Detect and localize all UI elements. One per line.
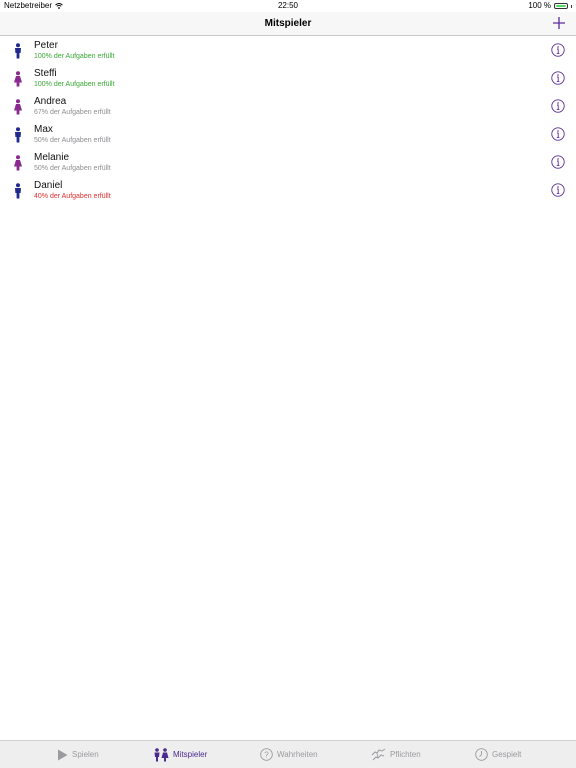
tab-mitspieler[interactable]: Mitspieler	[153, 741, 207, 768]
player-name: Daniel	[34, 180, 63, 191]
player-completion-status: 40% der Aufgaben erfüllt	[34, 193, 111, 200]
female-person-icon	[14, 155, 22, 171]
player-name: Melanie	[34, 152, 70, 163]
dare-icon	[371, 748, 386, 761]
info-icon[interactable]	[551, 127, 565, 141]
male-person-icon	[15, 43, 21, 59]
battery-percent: 100 %	[528, 1, 551, 10]
tab-wahrheiten[interactable]: ? Wahrheiten	[260, 741, 318, 768]
status-right: 100 %	[528, 0, 572, 12]
tab-spielen[interactable]: Spielen	[57, 741, 99, 768]
svg-text:?: ?	[264, 750, 269, 759]
tab-label: Spielen	[72, 750, 99, 759]
add-player-button[interactable]	[551, 15, 567, 31]
info-icon[interactable]	[551, 99, 565, 113]
player-completion-status: 50% der Aufgaben erfüllt	[34, 165, 111, 172]
player-completion-status: 100% der Aufgaben erfüllt	[34, 53, 115, 60]
info-icon[interactable]	[551, 43, 565, 57]
tab-label: Pflichten	[390, 750, 421, 759]
female-person-icon	[14, 71, 22, 87]
player-row-max[interactable]: Max 50% der Aufgaben erfüllt	[0, 121, 576, 149]
tab-label: Mitspieler	[173, 750, 208, 759]
page-title: Mitspieler	[264, 18, 312, 29]
player-name: Peter	[34, 40, 58, 51]
battery-tip	[571, 4, 572, 8]
tab-bar: Spielen Mitspieler ? Wahrheiten Pflichte…	[0, 740, 576, 768]
play-icon	[58, 749, 68, 760]
player-name: Andrea	[34, 96, 67, 107]
players-icon	[154, 747, 169, 761]
info-icon[interactable]	[551, 155, 565, 169]
female-person-icon	[14, 99, 22, 115]
info-icon[interactable]	[551, 71, 565, 85]
status-bar: Netzbetreiber 22:50 100 %	[0, 0, 576, 12]
status-time: 22:50	[277, 1, 299, 10]
tab-label: Wahrheiten	[277, 750, 318, 759]
question-icon: ?	[260, 748, 273, 761]
navigation-bar: Mitspieler	[0, 12, 576, 36]
player-completion-status: 67% der Aufgaben erfüllt	[34, 109, 111, 116]
player-row-peter[interactable]: Peter 100% der Aufgaben erfüllt	[0, 37, 576, 65]
male-person-icon	[15, 183, 21, 199]
male-person-icon	[15, 127, 21, 143]
tab-label: Gespielt	[492, 750, 522, 759]
tab-pflichten[interactable]: Pflichten	[371, 741, 421, 768]
player-completion-status: 100% der Aufgaben erfüllt	[34, 81, 115, 88]
player-row-daniel[interactable]: Daniel 40% der Aufgaben erfüllt	[0, 177, 576, 205]
app-window: Netzbetreiber 22:50 100 % Mitspieler Pet…	[0, 0, 576, 768]
player-list: Peter 100% der Aufgaben erfüllt Steffi 100%…	[0, 37, 576, 205]
plus-icon	[553, 17, 565, 29]
history-icon	[475, 748, 488, 761]
player-name: Steffi	[34, 68, 57, 79]
player-row-andrea[interactable]: Andrea 67% der Aufgaben erfüllt	[0, 93, 576, 121]
player-completion-status: 50% der Aufgaben erfüllt	[34, 137, 111, 144]
tab-gespielt[interactable]: Gespielt	[475, 741, 521, 768]
player-row-melanie[interactable]: Melanie 50% der Aufgaben erfüllt	[0, 149, 576, 177]
info-icon[interactable]	[551, 183, 565, 197]
player-row-steffi[interactable]: Steffi 100% der Aufgaben erfüllt	[0, 65, 576, 93]
battery-icon	[554, 3, 568, 9]
player-name: Max	[34, 124, 53, 135]
